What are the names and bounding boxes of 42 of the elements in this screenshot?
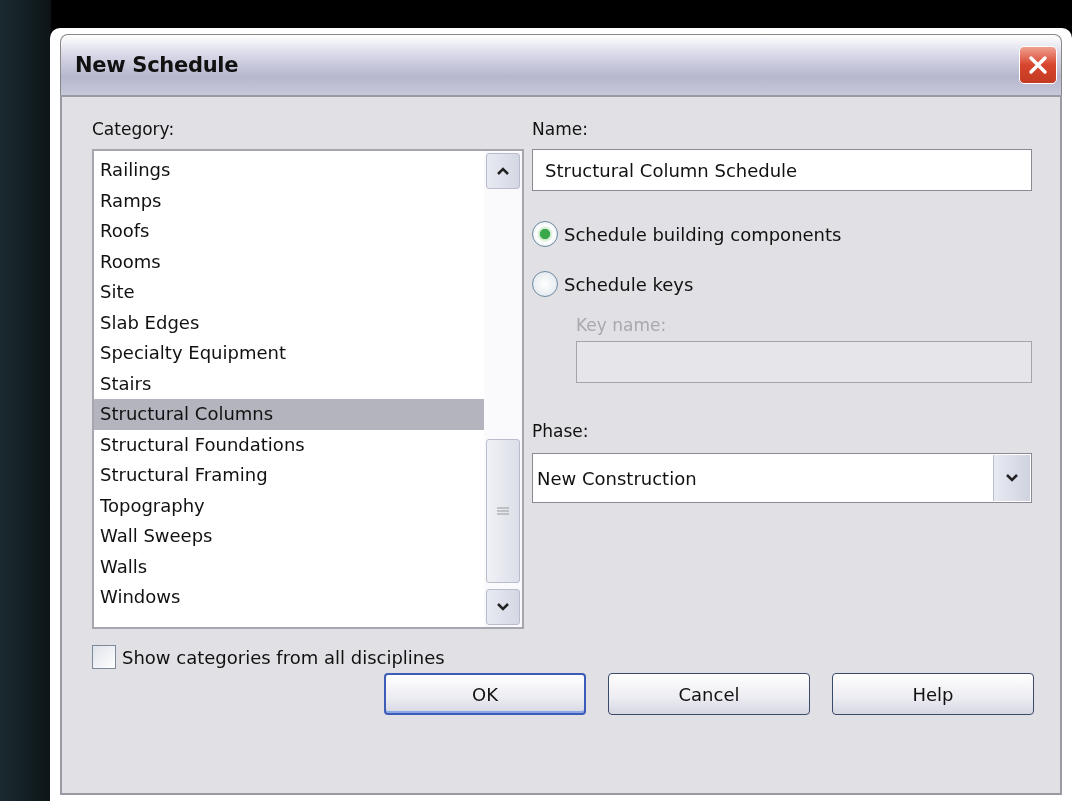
grip-icon	[497, 507, 509, 515]
category-item[interactable]: Wall Sweeps	[94, 521, 484, 552]
dropdown-arrow-button[interactable]	[993, 455, 1030, 501]
phase-label: Phase:	[532, 420, 590, 443]
dialog-button[interactable]: Cancel	[608, 673, 810, 715]
radio-label: Schedule building components	[564, 223, 842, 245]
category-item[interactable]: Walls	[94, 551, 484, 582]
phase-dropdown[interactable]: New Construction	[532, 453, 1032, 503]
category-item[interactable]: Structural Framing	[94, 460, 484, 491]
radio-button[interactable]	[532, 221, 558, 247]
category-item[interactable]: Rooms	[94, 246, 484, 277]
category-item[interactable]: Structural Columns	[94, 399, 484, 430]
category-item[interactable]: Windows	[94, 582, 484, 613]
scrollbar[interactable]	[484, 151, 522, 627]
dialog-button[interactable]: OK	[384, 673, 586, 715]
category-label: Category:	[92, 118, 176, 141]
radio-label: Schedule keys	[564, 273, 694, 295]
category-item[interactable]: Structural Foundations	[94, 429, 484, 460]
category-item[interactable]: Ramps	[94, 185, 484, 216]
scroll-down-button[interactable]	[486, 589, 520, 625]
category-item[interactable]: Slab Edges	[94, 307, 484, 338]
category-item[interactable]: Site	[94, 277, 484, 308]
category-item[interactable]: Roofs	[94, 216, 484, 247]
close-button[interactable]	[1019, 46, 1057, 84]
category-item[interactable]: Stairs	[94, 368, 484, 399]
dialog-button[interactable]: Help	[832, 673, 1034, 715]
radio-button[interactable]	[532, 271, 558, 297]
category-item[interactable]: Railings	[94, 155, 484, 186]
chevron-down-icon	[496, 602, 510, 612]
category-item[interactable]: Topography	[94, 490, 484, 521]
window-title: New Schedule	[75, 53, 239, 77]
chevron-down-icon	[1005, 473, 1019, 483]
scroll-thumb[interactable]	[486, 439, 520, 583]
scroll-up-button[interactable]	[486, 153, 520, 189]
checkbox[interactable]	[92, 645, 116, 669]
name-field[interactable]: Structural Column Schedule	[532, 149, 1032, 191]
close-icon	[1027, 54, 1049, 76]
chevron-up-icon	[496, 166, 510, 176]
name-label: Name:	[532, 118, 589, 141]
checkbox-label: Show categories from all disciplines	[122, 646, 445, 668]
category-item[interactable]: Specialty Equipment	[94, 338, 484, 369]
key-name-label: Key name:	[576, 314, 668, 337]
